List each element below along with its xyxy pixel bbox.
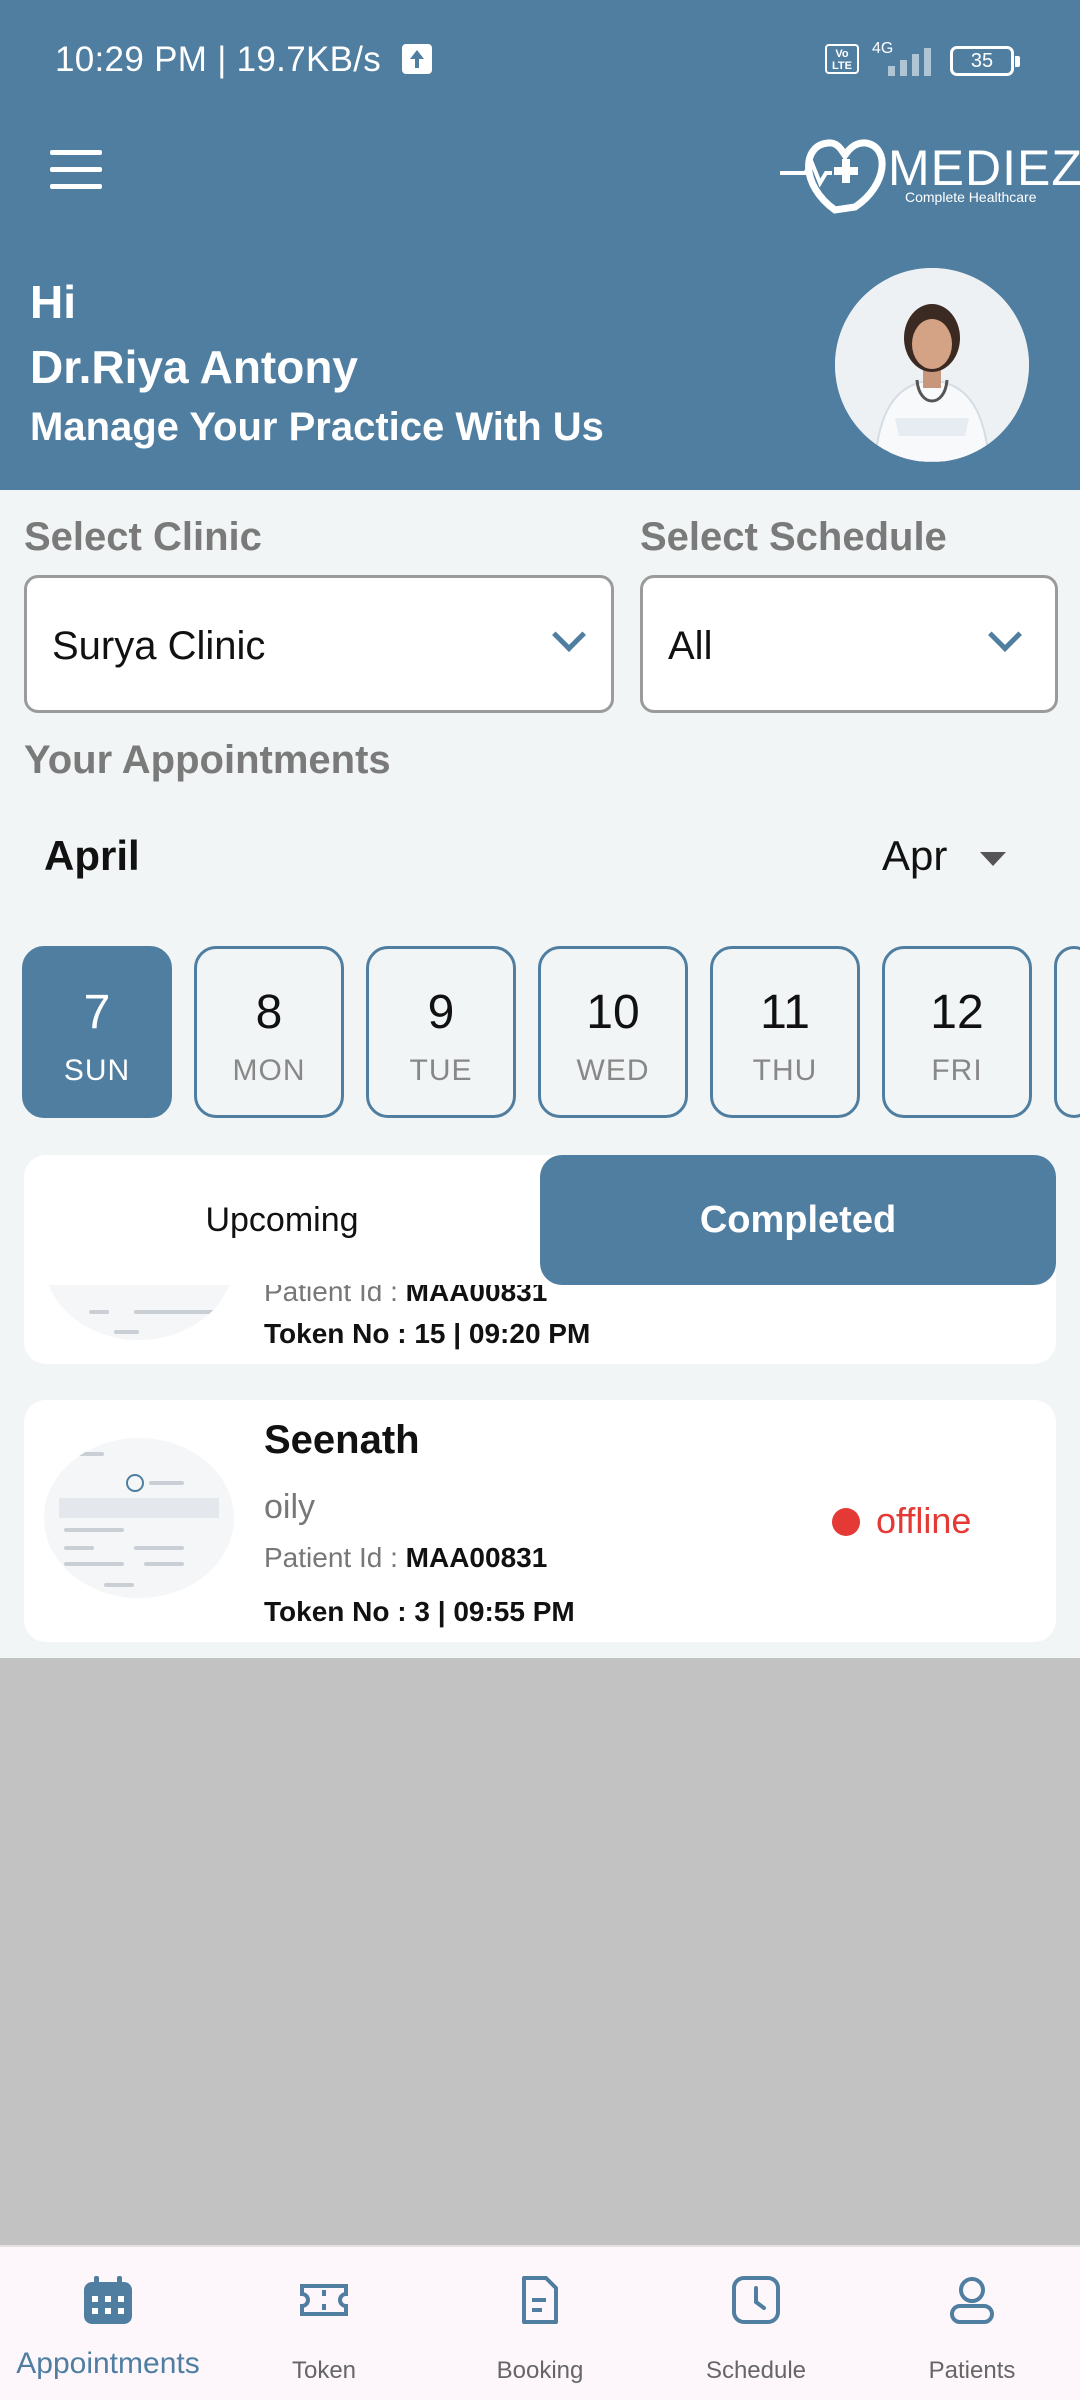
appointment-card[interactable]: Seenath oily Patient Id : MAA00831 Token… xyxy=(24,1400,1056,1642)
patient-id-row: Patient Id : MAA00831 xyxy=(264,1542,547,1574)
day-name: MON xyxy=(232,1054,306,1087)
offline-dot-icon xyxy=(832,1508,860,1536)
user-icon xyxy=(950,2277,994,2324)
patient-condition: oily xyxy=(264,1488,316,1526)
token-info: Token No : 15 | 09:20 PM xyxy=(264,1318,591,1349)
tab-upcoming[interactable]: Upcoming xyxy=(24,1155,540,1285)
clinic-dropdown[interactable]: Surya Clinic xyxy=(24,575,614,713)
chevron-down-icon xyxy=(988,618,1022,652)
nav-token[interactable]: Token xyxy=(216,2247,432,2400)
heart-cross-icon xyxy=(780,139,886,214)
section-title: Your Appointments xyxy=(24,738,391,782)
doctor-avatar[interactable] xyxy=(835,268,1029,462)
day-name: TUE xyxy=(409,1054,473,1087)
nav-schedule[interactable]: Schedule xyxy=(648,2247,864,2400)
schedule-dropdown[interactable]: All xyxy=(640,575,1058,713)
calendar-icon xyxy=(84,2276,132,2324)
day-number: 12 xyxy=(930,986,984,1039)
day-name: THU xyxy=(752,1054,818,1087)
ticket-icon xyxy=(300,2284,348,2316)
schedule-label: Select Schedule xyxy=(640,515,947,559)
doctor-name: Dr.Riya Antony xyxy=(30,341,359,393)
upload-icon xyxy=(402,44,432,74)
menu-icon[interactable] xyxy=(50,150,102,190)
day-item[interactable]: 9 TUE xyxy=(366,946,516,1118)
header: 10:29 PM | 19.7KB/s Vo LTE 4G 35 MEDIEZY… xyxy=(0,0,1080,490)
day-item[interactable]: 8 MON xyxy=(194,946,344,1118)
clinic-value: Surya Clinic xyxy=(52,624,266,668)
logo-subtitle: Complete Healthcare xyxy=(905,189,1037,205)
day-item-partial[interactable] xyxy=(1054,946,1080,1118)
day-item[interactable]: 7 SUN xyxy=(22,946,172,1118)
patient-id-label: Patient Id : xyxy=(264,1542,398,1573)
day-name: FRI xyxy=(931,1054,983,1087)
nav-patients[interactable]: Patients xyxy=(864,2247,1080,2400)
day-name: SUN xyxy=(63,1054,131,1087)
clock-icon xyxy=(732,2276,780,2324)
battery-icon: 35 xyxy=(950,46,1020,76)
chevron-down-icon xyxy=(552,618,586,652)
day-item[interactable]: 12 FRI xyxy=(882,946,1032,1118)
tagline: Manage Your Practice With Us xyxy=(30,405,604,449)
document-icon xyxy=(522,2276,558,2324)
appointment-tabs: Upcoming Completed xyxy=(24,1155,1056,1285)
status-time: 10:29 PM | 19.7KB/s xyxy=(55,40,382,79)
day-number: 11 xyxy=(760,986,810,1039)
nav-label: Booking xyxy=(496,2357,584,2384)
status-bar: 10:29 PM | 19.7KB/s Vo LTE 4G 35 xyxy=(0,0,1080,120)
day-number: 8 xyxy=(255,986,283,1039)
nav-label: Schedule xyxy=(705,2357,807,2384)
day-number: 9 xyxy=(427,986,455,1039)
patient-thumbnail xyxy=(44,1438,234,1598)
app-logo: MEDIEZY Complete Healthcare xyxy=(780,125,1080,220)
day-item[interactable]: 11 THU xyxy=(710,946,860,1118)
token-info: Token No : 3 | 09:55 PM xyxy=(264,1596,575,1627)
patient-id: MAA00831 xyxy=(405,1542,548,1573)
day-number: 10 xyxy=(586,986,640,1039)
nav-label: Token xyxy=(291,2357,357,2384)
caret-down-icon[interactable] xyxy=(980,852,1006,866)
nav-booking[interactable]: Booking xyxy=(432,2247,648,2400)
status-badge: offline xyxy=(876,1500,972,1541)
signal-icon xyxy=(880,44,935,76)
volte-icon: Vo LTE xyxy=(825,44,859,74)
doctor-photo xyxy=(835,268,1029,462)
day-name: WED xyxy=(576,1054,650,1087)
nav-label: Appointments xyxy=(16,2347,200,2380)
clinic-label: Select Clinic xyxy=(24,515,262,559)
schedule-value: All xyxy=(668,624,713,668)
bottom-navigation: Appointments Token Booking Schedule Pati… xyxy=(0,2245,1080,2400)
nav-appointments[interactable]: Appointments xyxy=(0,2247,216,2400)
day-number: 7 xyxy=(83,986,111,1039)
tab-completed[interactable]: Completed xyxy=(540,1155,1056,1285)
nav-label: Patients xyxy=(928,2357,1016,2384)
month-label: April xyxy=(44,832,140,879)
greeting: Hi xyxy=(30,276,76,328)
patient-name: Seenath xyxy=(264,1418,420,1462)
month-select[interactable]: Apr xyxy=(882,832,947,880)
day-item[interactable]: 10 WED xyxy=(538,946,688,1118)
